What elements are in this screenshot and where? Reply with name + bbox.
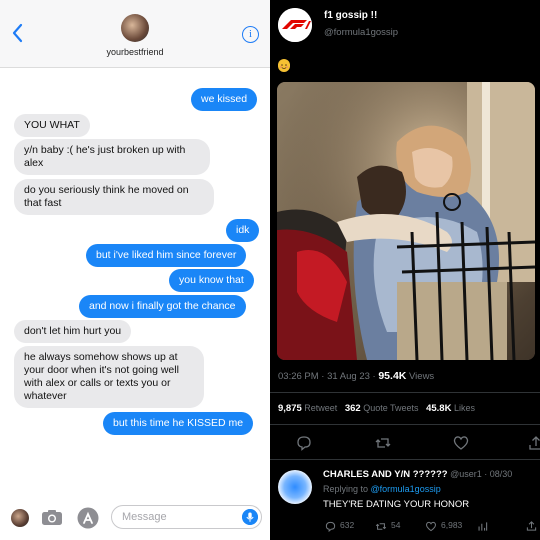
divider bbox=[270, 392, 540, 393]
quotes-count[interactable]: 362 bbox=[345, 403, 361, 414]
replying-to-line: Replying to @formula1gossip bbox=[323, 484, 441, 494]
reply-icon[interactable] bbox=[296, 435, 312, 451]
tweet-panel: f1 gossip !! @formula1gossip 03:26 PM · … bbox=[270, 0, 540, 540]
microphone-icon[interactable] bbox=[242, 509, 258, 525]
message-bubble-sent: but i've liked him since forever bbox=[86, 244, 247, 267]
tweet-timestamp[interactable]: 03:26 PM · 31 Aug 23 · bbox=[278, 371, 378, 382]
retweet-icon[interactable] bbox=[375, 435, 391, 451]
contact-avatar[interactable] bbox=[121, 14, 149, 42]
message-input[interactable]: Message bbox=[111, 505, 262, 529]
replying-to-handle[interactable]: @formula1gossip bbox=[371, 484, 441, 494]
message-bubble-received: YOU WHAT bbox=[14, 114, 90, 137]
divider bbox=[270, 424, 540, 425]
likes-count[interactable]: 45.8K bbox=[426, 403, 451, 414]
tweet-timestamp-views: 03:26 PM · 31 Aug 23 · 95.4K Views bbox=[278, 370, 434, 382]
reply-likes-count: 6,983 bbox=[441, 520, 463, 530]
imessage-conversation: yourbestfriend i we kissed YOU WHAT y/n … bbox=[0, 0, 270, 540]
message-bubble-received: do you seriously think he moved on that … bbox=[14, 179, 214, 215]
reply-comment-icon[interactable] bbox=[325, 521, 336, 532]
reply-retweets-count: 54 bbox=[391, 520, 401, 530]
reply-avatar[interactable] bbox=[278, 470, 312, 504]
share-icon[interactable] bbox=[528, 435, 540, 451]
reply-like-icon[interactable] bbox=[425, 521, 437, 532]
reply-replies-count: 632 bbox=[340, 520, 355, 530]
message-bubble-sent: but this time he KISSED me bbox=[103, 412, 254, 435]
quotes-label[interactable]: Quote Tweets bbox=[361, 403, 418, 413]
message-bubble-sent: you know that bbox=[169, 269, 254, 292]
tweet-photo[interactable] bbox=[277, 82, 535, 360]
blushing-face-emoji-icon bbox=[278, 59, 290, 72]
message-input-placeholder: Message bbox=[122, 511, 167, 523]
tweet-stats: 9,875 Retweet 362 Quote Tweets 45.8K Lik… bbox=[278, 403, 475, 414]
views-label: Views bbox=[406, 371, 435, 382]
contact-name[interactable]: yourbestfriend bbox=[0, 47, 270, 57]
app-store-icon[interactable] bbox=[77, 507, 99, 529]
reply-display-name[interactable]: CHARLES AND Y/N ?????? bbox=[323, 469, 448, 480]
retweets-count[interactable]: 9,875 bbox=[278, 403, 302, 414]
camera-icon[interactable] bbox=[41, 509, 63, 526]
analytics-icon[interactable] bbox=[477, 521, 488, 532]
reply-retweet-icon[interactable] bbox=[375, 521, 387, 532]
likes-label[interactable]: Likes bbox=[451, 403, 475, 413]
message-bubble-sent: idk bbox=[226, 219, 260, 242]
message-bubble-sent: we kissed bbox=[191, 88, 258, 111]
memoji-avatar-button[interactable] bbox=[11, 509, 29, 527]
message-bubble-received: y/n baby :( he's just broken up with ale… bbox=[14, 139, 210, 175]
message-bubble-received: he always somehow shows up at your door … bbox=[14, 346, 204, 408]
message-bubble-received: don't let him hurt you bbox=[14, 320, 132, 343]
views-count: 95.4K bbox=[378, 370, 407, 382]
reply-author[interactable]: CHARLES AND Y/N ?????? @user1 · 08/30 bbox=[323, 469, 512, 480]
conversation-header: yourbestfriend i bbox=[0, 0, 270, 68]
reply-handle-date: @user1 · 08/30 bbox=[447, 469, 513, 479]
info-icon[interactable]: i bbox=[242, 26, 259, 43]
couple-hugging-photo bbox=[277, 82, 535, 360]
message-bubble-sent: and now i finally got the chance bbox=[79, 295, 246, 318]
divider bbox=[270, 459, 540, 460]
account-handle[interactable]: @formula1gossip bbox=[324, 27, 398, 38]
like-heart-icon[interactable] bbox=[453, 435, 469, 451]
reply-share-icon[interactable] bbox=[526, 520, 537, 532]
f1-logo-icon bbox=[278, 8, 312, 42]
f1-logo-avatar[interactable] bbox=[278, 8, 312, 42]
reply-text: THEY'RE DATING YOUR HONOR bbox=[323, 499, 470, 510]
retweets-label[interactable]: Retweet bbox=[302, 403, 337, 413]
account-display-name[interactable]: f1 gossip !! bbox=[324, 10, 377, 21]
back-chevron-icon[interactable] bbox=[10, 22, 26, 44]
replying-to-prefix: Replying to bbox=[323, 484, 371, 494]
